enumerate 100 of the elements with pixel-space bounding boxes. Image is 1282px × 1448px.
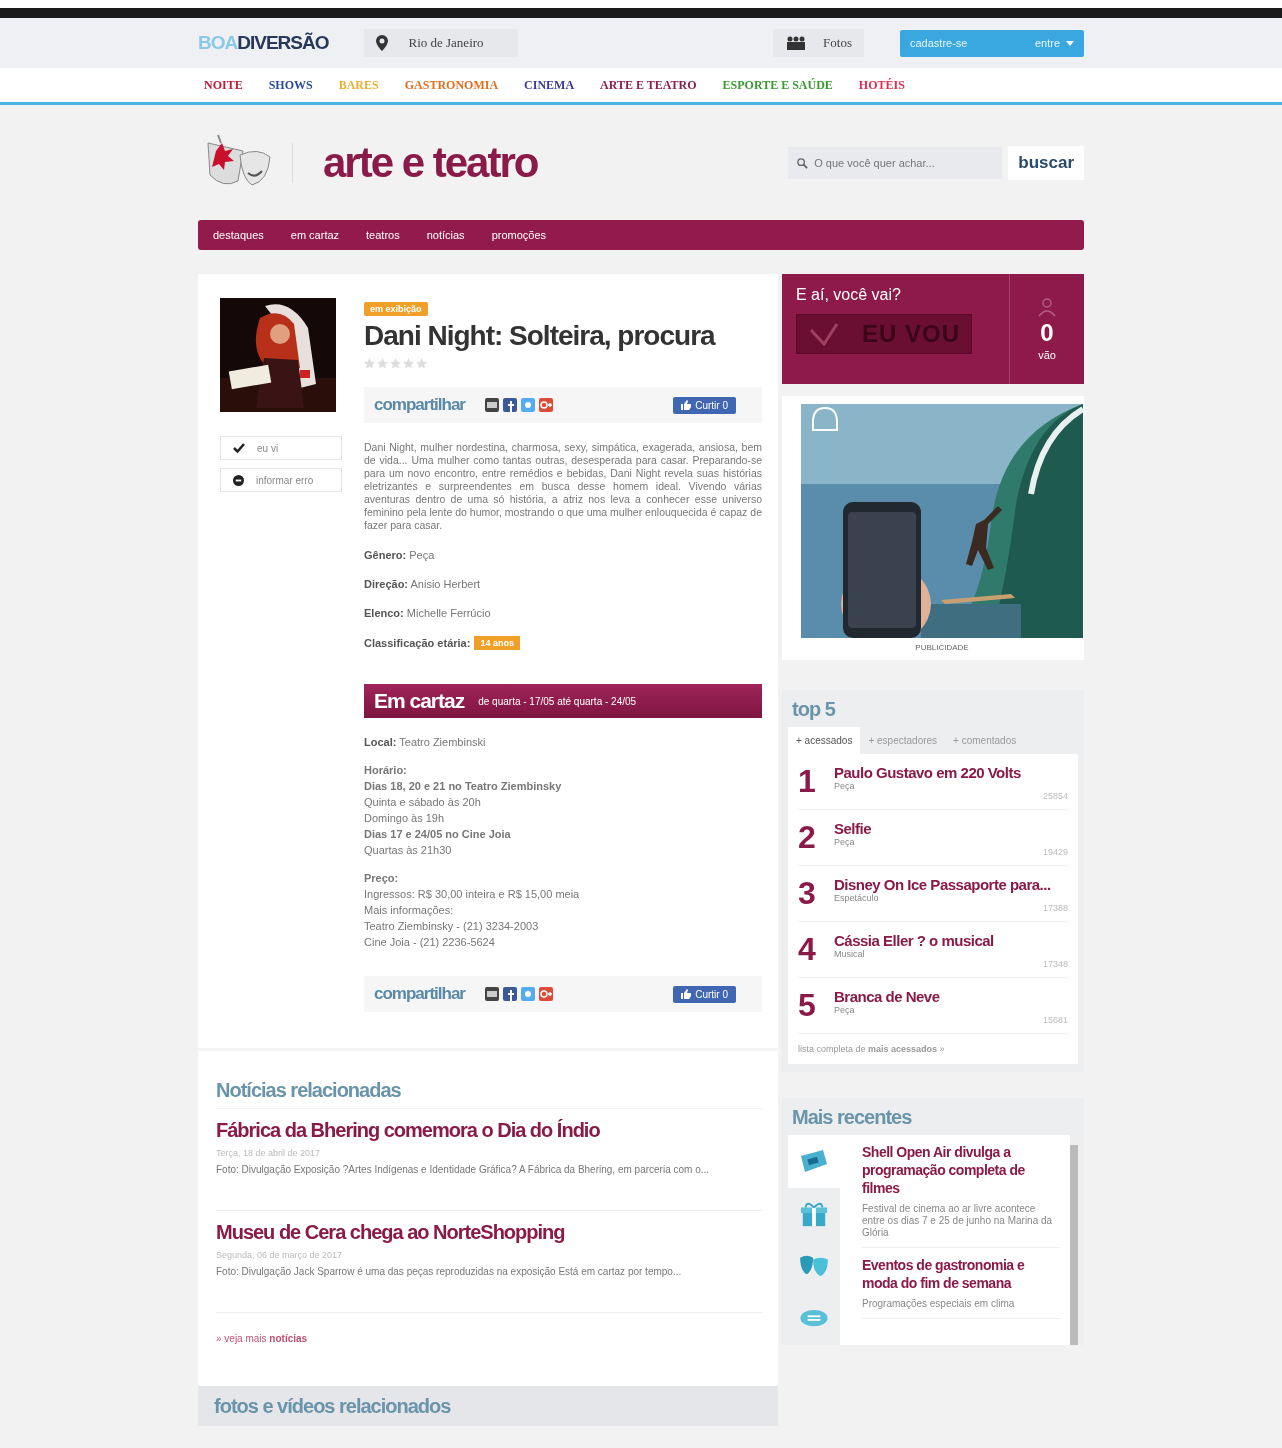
recent-title-link[interactable]: Eventos de gastronomia e moda do fim de semana	[862, 1256, 1060, 1292]
side-action-button[interactable]: eu vi	[220, 436, 342, 460]
detail-line: Direção: Anisio Herbert	[364, 578, 482, 590]
event-title: Dani Night: Solteira, procura	[364, 320, 717, 352]
price-line: Ingressos: R$ 30,00 inteira e R$ 15,00 meia	[364, 887, 581, 902]
view-count: 17388	[1042, 903, 1068, 913]
theater-masks-icon	[799, 1254, 829, 1279]
attendance-count-label: vão	[1038, 349, 1056, 361]
schedule-dates: de quarta - 17/05 até quarta - 24/05	[478, 695, 637, 707]
related-media-heading: fotos e vídeos relacionados	[214, 1394, 451, 1418]
price-line: Teatro Ziembinsky - (21) 3234-2003	[364, 919, 540, 934]
section-nav-link[interactable]: notícias	[426, 229, 465, 241]
section-title: arte e teatro	[323, 138, 538, 187]
news-title-link[interactable]: Museu de Cera chega ao NorteShopping	[216, 1221, 762, 1244]
star-icon	[377, 358, 388, 369]
venue-line: Local: Teatro Ziembinski	[364, 735, 487, 750]
ranked-title-link[interactable]: Cássia Eller ? o musical	[834, 932, 1068, 949]
view-count: 19429	[1042, 847, 1068, 857]
news-date: Segunda, 06 de março de 2017	[216, 1250, 344, 1260]
hours-label: Horário:	[364, 763, 408, 778]
category-link[interactable]: CINEMA	[524, 77, 575, 93]
rank-number: 1	[798, 764, 817, 801]
section-nav-link[interactable]: promoções	[491, 229, 547, 241]
search-button[interactable]: buscar	[1008, 145, 1084, 180]
google-plus-icon[interactable]	[539, 398, 553, 412]
facebook-icon[interactable]	[503, 987, 517, 1001]
age-rating-badge: 14 anos	[474, 636, 520, 650]
related-news-heading: Notícias relacionadas	[216, 1079, 762, 1109]
view-count: 17348	[1042, 959, 1068, 969]
recent-summary: Festival de cinema ao ar livre acontece entre os dias 7 e 25 de junho na Marina da Glória	[862, 1203, 1054, 1239]
star-icon	[403, 358, 414, 369]
news-summary: Foto: Divulgação Jack Sparrow é uma das peças reproduzidas na exposição Está em cartaz por tempo...	[216, 1265, 683, 1278]
ranked-title-link[interactable]: Disney On Ice Passaporte para...	[834, 876, 1068, 893]
email-icon[interactable]	[485, 987, 499, 1001]
more-news-link[interactable]: » veja mais notícias	[216, 1333, 308, 1344]
category-link[interactable]: ESPORTE E SAÚDE	[722, 77, 833, 93]
price-line: Mais informações:	[364, 903, 455, 918]
facebook-icon[interactable]	[503, 398, 517, 412]
hours-line: Domingo às 19h	[364, 811, 446, 826]
recent-title-link[interactable]: Shell Open Air divulga a programação completa de filmes	[862, 1143, 1060, 1197]
caret-icon	[1066, 40, 1074, 46]
ranked-category: Musical	[834, 949, 866, 959]
event-description: Dani Night, mulher nordestina, charmosa, sexy, simpática, exagerada, ansiosa, bem de vida... Uma mulher como tantas outras, desesperada para casar. Preparando-se para um novo encontro, entre remédios e bebidas, Dani Night revela suas histórias eletrizantes e surpreendentes em busca desse homem ideal. Vivendo várias aventuras dentro de uma só história, a atriz nos leva a conhecer esse universo feminino pela lente do humor, mostrando o que uma mulher enlouquecida é capaz de fazer para casar.	[364, 441, 762, 532]
checkmark-icon	[809, 322, 839, 346]
ranked-category: Peça	[834, 1005, 856, 1015]
top5-heading: top 5	[791, 697, 837, 722]
chat-bubble-icon	[799, 1308, 829, 1329]
view-count: 25854	[1042, 791, 1068, 801]
schedule-title: Em cartaz	[374, 689, 465, 713]
ranked-category: Peça	[834, 837, 856, 847]
ranking-tab[interactable]: + acessados	[788, 727, 861, 754]
rank-number: 3	[798, 876, 817, 913]
category-link[interactable]: NOITE	[204, 77, 243, 93]
minus-circle-icon	[233, 474, 244, 486]
section-nav-link[interactable]: destaques	[213, 229, 264, 241]
thumbs-up-icon	[681, 400, 692, 410]
rating-label: Classificação etária:	[364, 637, 471, 649]
ranked-title-link[interactable]: Selfie	[834, 820, 1068, 837]
checkmark-icon	[233, 443, 245, 453]
news-summary: Foto: Divulgação Exposição ?Artes Indígenas e Identidade Gráfica? A Fábrica da Bhering, em parceria com o...	[216, 1163, 711, 1176]
people-icon	[785, 36, 808, 50]
category-link[interactable]: ARTE E TEATRO	[600, 77, 697, 93]
ranked-title-link[interactable]: Paulo Gustavo em 220 Volts	[834, 764, 1068, 781]
side-action-button[interactable]: informar erro	[220, 468, 342, 492]
hours-line: Quartas às 21h30	[364, 843, 453, 858]
location-selector[interactable]: Rio de Janeiro	[364, 29, 519, 57]
share-label: compartilhar	[374, 395, 465, 415]
category-tab[interactable]	[788, 1135, 840, 1188]
detail-line: Gênero: Peça	[364, 549, 436, 561]
attendance-count: 0	[1040, 319, 1054, 347]
category-link[interactable]: HOTÉIS	[858, 77, 905, 93]
site-logo[interactable]: BOADIVERSÃO	[198, 32, 329, 54]
like-button[interactable]: Curtir 0	[673, 396, 736, 414]
status-badge: em exibição	[364, 302, 428, 316]
ranked-category: Peça	[834, 781, 856, 791]
recent-summary: Programações especiais em clima	[862, 1298, 1016, 1310]
ad-caption: PUBLICIDADE	[915, 643, 969, 652]
section-nav-link[interactable]: em cartaz	[290, 229, 340, 241]
photos-link[interactable]: Fotos	[773, 29, 864, 57]
email-icon[interactable]	[485, 398, 499, 412]
star-icon	[364, 358, 375, 369]
hours-line: Dias 18, 20 e 21 no Teatro Ziembinsky	[364, 779, 563, 794]
search-field[interactable]: O que você quer achar...	[788, 146, 1003, 179]
hours-line: Quinta e sábado às 20h	[364, 795, 482, 810]
ranked-category: Espetáculo	[834, 893, 879, 903]
price-line: Cine Joia - (21) 2236-5624	[364, 935, 496, 950]
news-title-link[interactable]: Fábrica da Bhering comemora o Dia do Índio	[216, 1119, 762, 1142]
ranked-title-link[interactable]: Branca de Neve	[834, 988, 1068, 1005]
map-pin-icon	[376, 35, 389, 51]
newspaper-icon	[799, 1148, 829, 1175]
google-plus-icon[interactable]	[539, 987, 553, 1001]
category-link[interactable]: SHOWS	[268, 77, 313, 93]
recent-heading: Mais recentes	[791, 1105, 913, 1130]
rank-number: 5	[798, 988, 817, 1025]
attendance-question: E aí, você vai?	[796, 286, 902, 304]
section-nav-link[interactable]: teatros	[366, 229, 400, 241]
rank-number: 2	[798, 820, 817, 857]
like-button[interactable]: Curtir 0	[673, 985, 736, 1003]
star-icon	[390, 358, 401, 369]
detail-line: Elenco: Michelle Ferrúcio	[364, 607, 492, 619]
